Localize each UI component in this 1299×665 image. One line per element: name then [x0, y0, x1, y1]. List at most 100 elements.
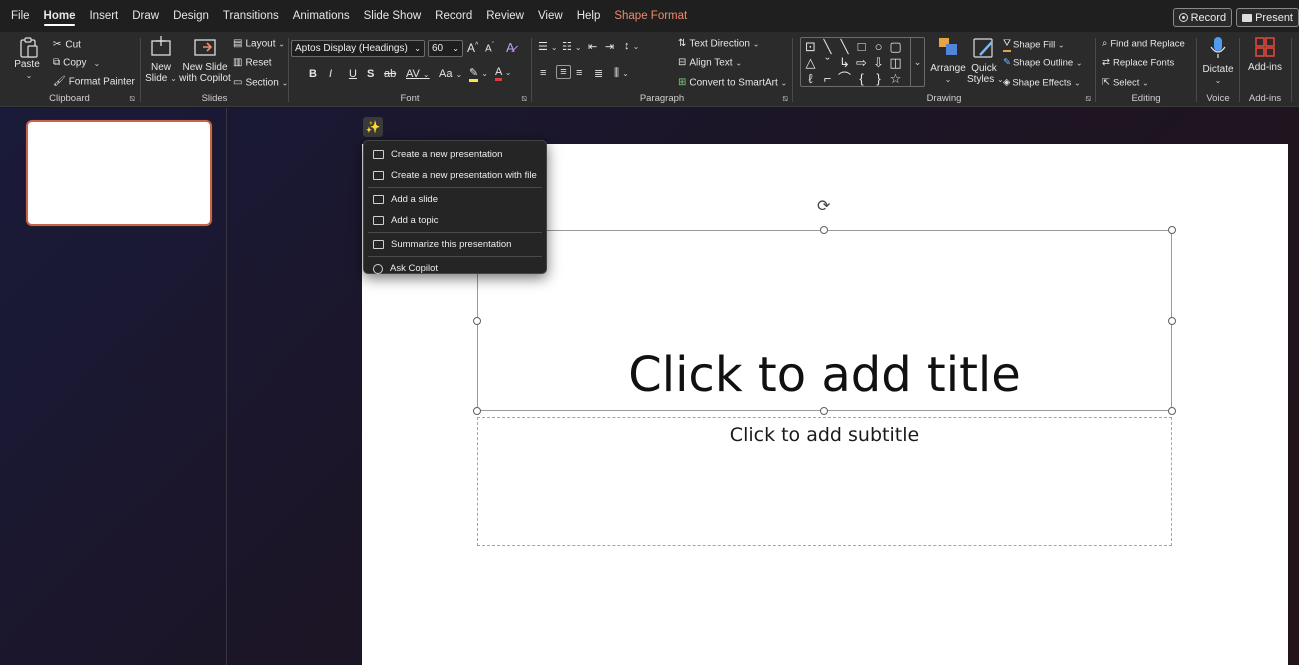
resize-handle[interactable] — [473, 407, 481, 415]
shape-effects-button[interactable]: ◈ Shape Effects ⌄ — [1003, 77, 1081, 90]
dictate-button[interactable]: Dictate ⌄ — [1200, 36, 1236, 86]
resize-handle[interactable] — [820, 226, 828, 234]
slide-thumbnail[interactable] — [26, 120, 212, 226]
align-right-icon[interactable]: ≡ — [576, 67, 582, 79]
oval-shape-icon[interactable]: ○ — [871, 39, 886, 54]
quick-styles-button[interactable]: Quick Styles ⌄ — [967, 36, 1004, 85]
layout-button[interactable]: ▤ Layout ⌄ — [233, 38, 285, 51]
cut-button[interactable]: ✂ Cut — [53, 39, 81, 52]
new-slide-with-copilot-button[interactable]: New Slide with Copilot — [179, 36, 231, 84]
strikethrough-button[interactable]: ab — [384, 68, 396, 80]
align-left-icon[interactable]: ≡ — [540, 67, 546, 79]
elbow-connector-icon[interactable]: ˇ — [820, 55, 835, 70]
resize-handle[interactable] — [473, 317, 481, 325]
gallery-more-icon[interactable]: ⌄ — [910, 38, 924, 86]
menu-item-add-topic[interactable]: Add a topic — [364, 210, 546, 231]
replace-fonts-button[interactable]: ⇄ Replace Fonts — [1102, 57, 1174, 70]
columns-button[interactable]: ⫼ ⌄ — [614, 67, 629, 80]
clear-formatting-icon[interactable]: A̷ — [506, 40, 515, 55]
copy-chevron-icon[interactable]: ⌄ — [94, 59, 101, 68]
tab-view[interactable]: View — [531, 0, 570, 32]
align-text-button[interactable]: ⊟ Align Text ⌄ — [678, 57, 742, 70]
tab-file[interactable]: File — [4, 0, 37, 32]
subtitle-placeholder[interactable]: Click to add subtitle — [477, 417, 1172, 546]
drawing-launcher-icon[interactable]: ⧅ — [1085, 93, 1091, 104]
tab-insert[interactable]: Insert — [82, 0, 125, 32]
right-arrow-shape-icon[interactable]: ⇨ — [854, 55, 869, 70]
triangle-shape-icon[interactable]: △ — [803, 55, 818, 70]
tab-slide-show[interactable]: Slide Show — [357, 0, 429, 32]
reset-button[interactable]: ▥ Reset — [233, 57, 272, 70]
increase-indent-icon[interactable]: ⇥ — [605, 40, 614, 53]
tab-review[interactable]: Review — [479, 0, 531, 32]
align-center-icon[interactable]: ≡ — [556, 65, 571, 79]
elbow-arrow-icon[interactable]: ↳ — [837, 55, 852, 70]
menu-item-create-presentation-with-file[interactable]: Create a new presentation with file — [364, 165, 546, 186]
menu-item-summarize[interactable]: Summarize this presentation — [364, 234, 546, 255]
text-box-shape-icon[interactable]: ⊡ — [803, 39, 818, 54]
font-family-select[interactable]: Aptos Display (Headings) ⌄ — [291, 40, 425, 57]
clipboard-launcher-icon[interactable]: ⧅ — [129, 93, 135, 104]
addins-button[interactable]: Add-ins — [1243, 36, 1287, 73]
tab-animations[interactable]: Animations — [286, 0, 357, 32]
resize-handle[interactable] — [1168, 226, 1176, 234]
justify-icon[interactable]: ≣ — [594, 67, 603, 80]
change-case-button[interactable]: Aa ⌄ — [439, 68, 462, 80]
record-button[interactable]: Record — [1172, 8, 1233, 27]
character-spacing-button[interactable]: AV ⌄ — [406, 68, 430, 80]
resize-handle[interactable] — [1168, 407, 1176, 415]
menu-item-create-presentation[interactable]: Create a new presentation — [364, 144, 546, 165]
tab-record[interactable]: Record — [428, 0, 479, 32]
grow-font-button[interactable]: A^ — [467, 41, 478, 55]
star-shape-icon[interactable]: ☆ — [888, 71, 903, 86]
highlight-color-button[interactable]: ✎ ⌄ — [469, 66, 488, 82]
present-button[interactable]: Present — [1236, 8, 1299, 27]
find-replace-button[interactable]: ⌕ Find and Replace — [1102, 38, 1185, 51]
right-brace-icon[interactable]: } — [871, 71, 886, 86]
italic-button[interactable]: I — [329, 68, 332, 80]
copilot-icon[interactable]: ✨ — [363, 117, 383, 137]
resize-handle[interactable] — [820, 407, 828, 415]
tab-help[interactable]: Help — [570, 0, 608, 32]
slide-thumbnail-pane[interactable] — [0, 108, 227, 665]
title-placeholder[interactable]: Click to add title — [477, 230, 1172, 411]
left-brace-icon[interactable]: { — [854, 71, 869, 86]
arrange-button[interactable]: Arrange ⌄ — [929, 36, 967, 85]
line-spacing-button[interactable]: ↕ ⌄ — [624, 40, 639, 52]
menu-item-ask-copilot[interactable]: Ask Copilot — [364, 258, 546, 279]
tab-home[interactable]: Home — [37, 0, 83, 32]
text-direction-button[interactable]: ⇅ Text Direction ⌄ — [678, 38, 759, 51]
underline-button[interactable]: U — [349, 68, 357, 80]
shape-fill-button[interactable]: ⛛ Shape Fill ⌄ — [1003, 38, 1065, 52]
tab-shape-format[interactable]: Shape Format — [607, 0, 694, 32]
shape-outline-button[interactable]: ✎ Shape Outline ⌄ — [1003, 57, 1083, 70]
curve-shape-icon[interactable]: ⌐ — [820, 71, 835, 86]
section-button[interactable]: ▭ Section ⌄ — [233, 77, 288, 90]
menu-item-add-slide[interactable]: Add a slide — [364, 189, 546, 210]
bullets-button[interactable]: ☰ ⌄ — [538, 40, 558, 53]
bold-button[interactable]: B — [309, 68, 317, 80]
tab-draw[interactable]: Draw — [125, 0, 166, 32]
font-size-select[interactable]: 60 ⌄ — [428, 40, 463, 57]
tab-design[interactable]: Design — [166, 0, 216, 32]
shapes-gallery[interactable]: ⊡ ╲ ╲ □ ○ ▢ △ ˇ ↳ ⇨ ⇩ ◫ ℓ ⌐ ⌒ { } ☆ ⌄ — [800, 37, 925, 87]
select-button[interactable]: ⇱ Select ⌄ — [1102, 77, 1149, 90]
paste-chevron-icon[interactable]: ⌄ — [18, 70, 40, 81]
freeform-shape-icon[interactable]: ℓ — [803, 71, 818, 86]
convert-smartart-button[interactable]: ⊞ Convert to SmartArt ⌄ — [678, 77, 787, 90]
dictate-chevron-icon[interactable]: ⌄ — [1200, 75, 1236, 86]
line-shape-icon[interactable]: ╲ — [820, 39, 835, 54]
numbering-button[interactable]: ☷ ⌄ — [562, 40, 582, 53]
font-color-button[interactable]: A ⌄ — [495, 66, 512, 81]
new-slide-button[interactable]: New Slide ⌄ — [143, 36, 179, 84]
rounded-rect-shape-icon[interactable]: ▢ — [888, 39, 903, 54]
font-launcher-icon[interactable]: ⧅ — [521, 93, 527, 104]
shrink-font-button[interactable]: Aˇ — [485, 42, 494, 54]
paragraph-launcher-icon[interactable]: ⧅ — [782, 93, 788, 104]
paste-button[interactable]: Paste ⌄ — [14, 37, 40, 81]
tab-transitions[interactable]: Transitions — [216, 0, 286, 32]
decrease-indent-icon[interactable]: ⇤ — [588, 40, 597, 53]
copy-button[interactable]: ⧉ Copy ⌄ — [53, 57, 100, 70]
flowchart-shape-icon[interactable]: ◫ — [888, 55, 903, 70]
down-arrow-shape-icon[interactable]: ⇩ — [871, 55, 886, 70]
